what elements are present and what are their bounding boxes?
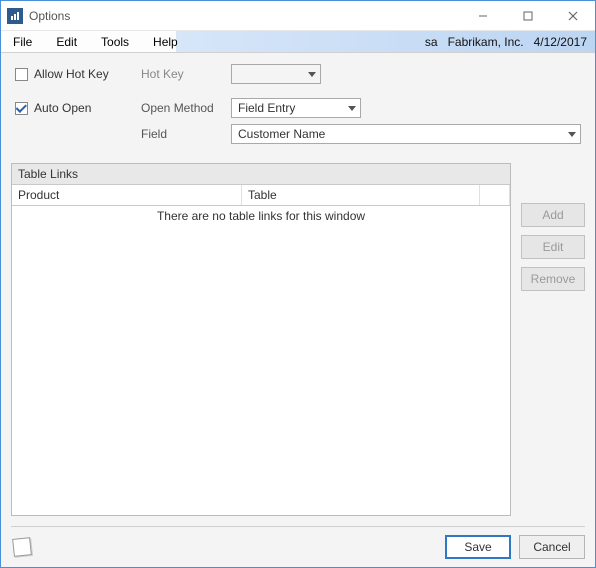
status-date: 4/12/2017 (534, 35, 587, 49)
auto-open-label: Auto Open (34, 101, 91, 115)
save-button[interactable]: Save (445, 535, 511, 559)
menubar: File Edit Tools Help sa Fabrikam, Inc. 4… (1, 31, 595, 53)
app-icon (7, 8, 23, 24)
status-user: sa (425, 35, 438, 49)
hot-key-label: Hot Key (141, 67, 231, 81)
menu-edit[interactable]: Edit (44, 31, 89, 52)
titlebar: Options (1, 1, 595, 31)
menu-tools[interactable]: Tools (89, 31, 141, 52)
field-combo[interactable]: Customer Name (231, 124, 581, 144)
maximize-button[interactable] (505, 1, 550, 30)
status-info: sa Fabrikam, Inc. 4/12/2017 (425, 31, 595, 52)
chevron-down-icon (568, 132, 576, 137)
table-links-empty: There are no table links for this window (12, 209, 510, 223)
status-company: Fabrikam, Inc. (448, 35, 524, 49)
chevron-down-icon (308, 72, 316, 77)
allow-hot-key-checkbox[interactable] (15, 68, 28, 81)
chevron-down-icon (348, 106, 356, 111)
hot-key-combo[interactable] (231, 64, 321, 84)
edit-button[interactable]: Edit (521, 235, 585, 259)
open-method-value: Field Entry (238, 101, 295, 115)
allow-hot-key-label: Allow Hot Key (34, 67, 109, 81)
field-value: Customer Name (238, 127, 325, 141)
close-button[interactable] (550, 1, 595, 30)
auto-open-checkbox[interactable] (15, 102, 28, 115)
remove-button[interactable]: Remove (521, 267, 585, 291)
table-links-grid: Table Links Product Table There are no t… (11, 163, 511, 516)
field-label: Field (141, 127, 231, 141)
menu-file[interactable]: File (1, 31, 44, 52)
table-links-body[interactable]: There are no table links for this window (12, 206, 510, 515)
add-button[interactable]: Add (521, 203, 585, 227)
open-method-combo[interactable]: Field Entry (231, 98, 361, 118)
column-spacer (480, 185, 510, 205)
open-method-label: Open Method (141, 101, 231, 115)
column-product[interactable]: Product (12, 185, 242, 205)
window-title: Options (29, 9, 70, 23)
table-links-header: Product Table (12, 185, 510, 206)
menu-help[interactable]: Help (141, 31, 190, 52)
column-table[interactable]: Table (242, 185, 480, 205)
table-links-title: Table Links (12, 164, 510, 185)
cancel-button[interactable]: Cancel (519, 535, 585, 559)
minimize-button[interactable] (460, 1, 505, 30)
note-icon[interactable] (12, 537, 32, 557)
